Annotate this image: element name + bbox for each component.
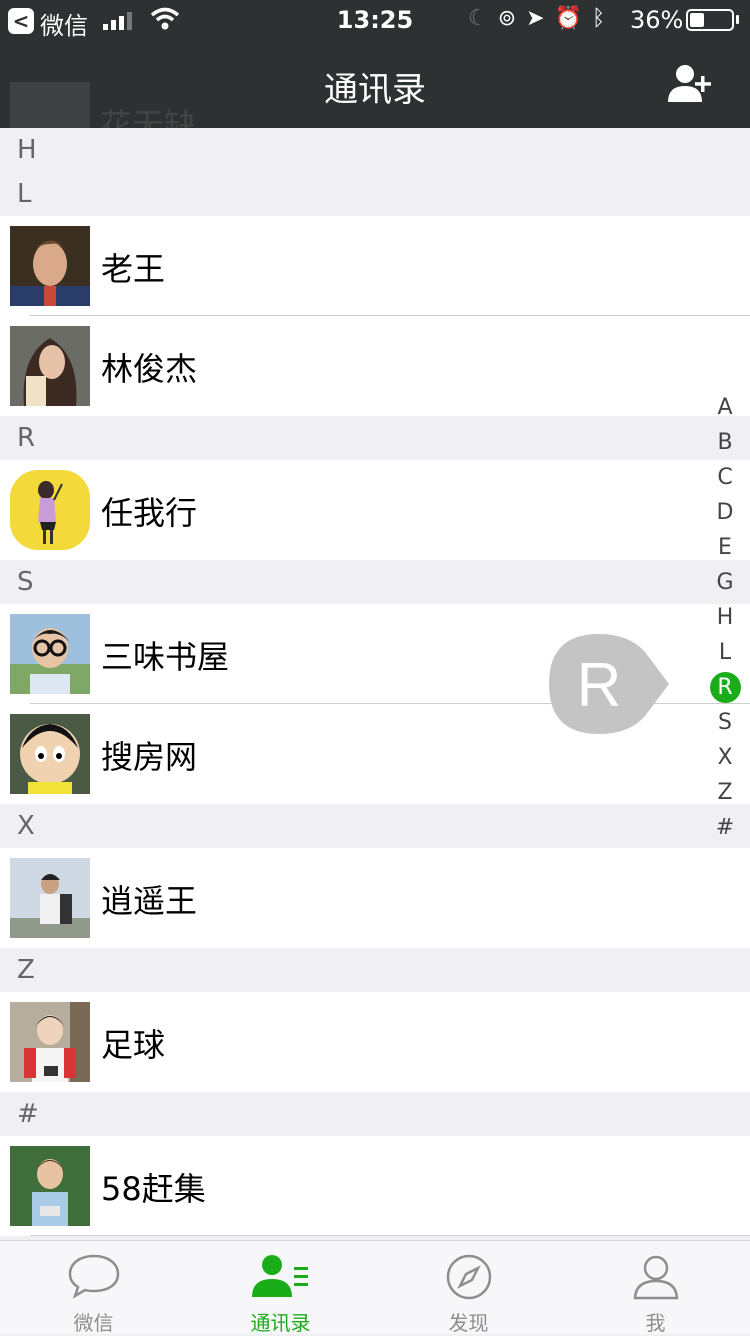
contact-row[interactable]: 任我行 (0, 460, 750, 560)
section-header: X (0, 804, 750, 848)
contact-row[interactable]: 老王 (0, 216, 750, 316)
battery-percent: 36% (630, 6, 684, 34)
location-arrow-icon: ➤ (526, 6, 555, 31)
index-letter[interactable]: S (709, 705, 741, 740)
tab-label: 我 (645, 1311, 666, 1335)
person-icon (633, 1255, 678, 1300)
contact-name: 三味书屋 (101, 638, 230, 676)
status-bar: < 微信 13:25 ☾⊚➤⏰ᛒ 36% (0, 0, 750, 40)
contact-name: 任我行 (101, 494, 198, 532)
tab-label: 通讯录 (250, 1311, 311, 1335)
contact-name: 林俊杰 (101, 350, 198, 388)
add-contact-button[interactable] (668, 64, 714, 104)
tab-chats[interactable]: 微信 (0, 1241, 187, 1335)
index-letter[interactable]: X (709, 740, 741, 775)
contact-avatar (10, 1146, 90, 1226)
section-header: S (0, 560, 750, 604)
bluetooth-icon: ᛒ (592, 6, 616, 31)
index-letter[interactable]: B (709, 425, 741, 460)
index-letter[interactable]: H (709, 600, 741, 635)
index-letter[interactable]: Z (709, 775, 741, 810)
contact-name: 搜房网 (101, 738, 198, 776)
chat-bubble-icon (68, 1254, 119, 1299)
contact-name: 逍遥王 (101, 882, 198, 920)
contact-avatar (10, 470, 90, 550)
index-letter[interactable]: A (709, 390, 741, 425)
index-letter[interactable]: D (709, 495, 741, 530)
contact-avatar (10, 614, 90, 694)
rotation-lock-icon: ⊚ (497, 6, 527, 31)
battery-tip (736, 15, 739, 24)
contact-avatar (10, 714, 90, 794)
index-letter[interactable]: C (709, 460, 741, 495)
contact-row[interactable]: 林俊杰 (0, 316, 750, 416)
tab-contacts[interactable]: 通讯录 (187, 1241, 374, 1335)
contact-avatar (10, 858, 90, 938)
section-header: R (0, 416, 750, 460)
index-letter[interactable]: L (709, 635, 741, 670)
status-icons: ☾⊚➤⏰ᛒ (468, 6, 615, 31)
compass-icon (446, 1254, 491, 1300)
contacts-icon (251, 1255, 308, 1297)
alarm-icon: ⏰ (554, 6, 593, 31)
tab-label: 发现 (448, 1311, 489, 1335)
alphabet-index-bar[interactable]: A B C D E G H L R S X Z # (709, 390, 741, 845)
contact-name: 老王 (101, 250, 166, 288)
index-letter[interactable]: E (709, 530, 741, 565)
tab-bar: 微信 通讯录 发现 我 (0, 1240, 750, 1335)
index-letter[interactable]: R (709, 670, 741, 705)
contact-name: 58赶集 (101, 1170, 206, 1208)
contact-row[interactable]: 逍遥王 (0, 848, 750, 948)
index-letter[interactable]: # (709, 810, 741, 845)
contact-avatar (10, 226, 90, 306)
contact-avatar (10, 1002, 90, 1082)
navigation-bar: 花无缺 通讯录 (0, 40, 750, 144)
section-header: # (0, 1092, 750, 1136)
tab-me[interactable]: 我 (562, 1241, 749, 1335)
battery-icon (686, 9, 734, 31)
contact-row[interactable]: 足球 (0, 992, 750, 1092)
tab-label: 微信 (73, 1311, 114, 1335)
index-letter[interactable]: G (709, 565, 741, 600)
index-bubble-letter: R (577, 651, 622, 720)
section-header: H (0, 128, 750, 172)
contact-row[interactable]: 58赶集 (0, 1136, 750, 1236)
index-indicator-bubble: R (549, 634, 669, 734)
tab-discover[interactable]: 发现 (375, 1241, 562, 1335)
section-header: L (0, 172, 750, 216)
page-title: 通讯录 (324, 70, 426, 110)
contact-name: 足球 (101, 1026, 166, 1064)
contact-avatar (10, 326, 90, 406)
section-header: Z (0, 948, 750, 992)
moon-icon: ☾ (468, 6, 498, 31)
